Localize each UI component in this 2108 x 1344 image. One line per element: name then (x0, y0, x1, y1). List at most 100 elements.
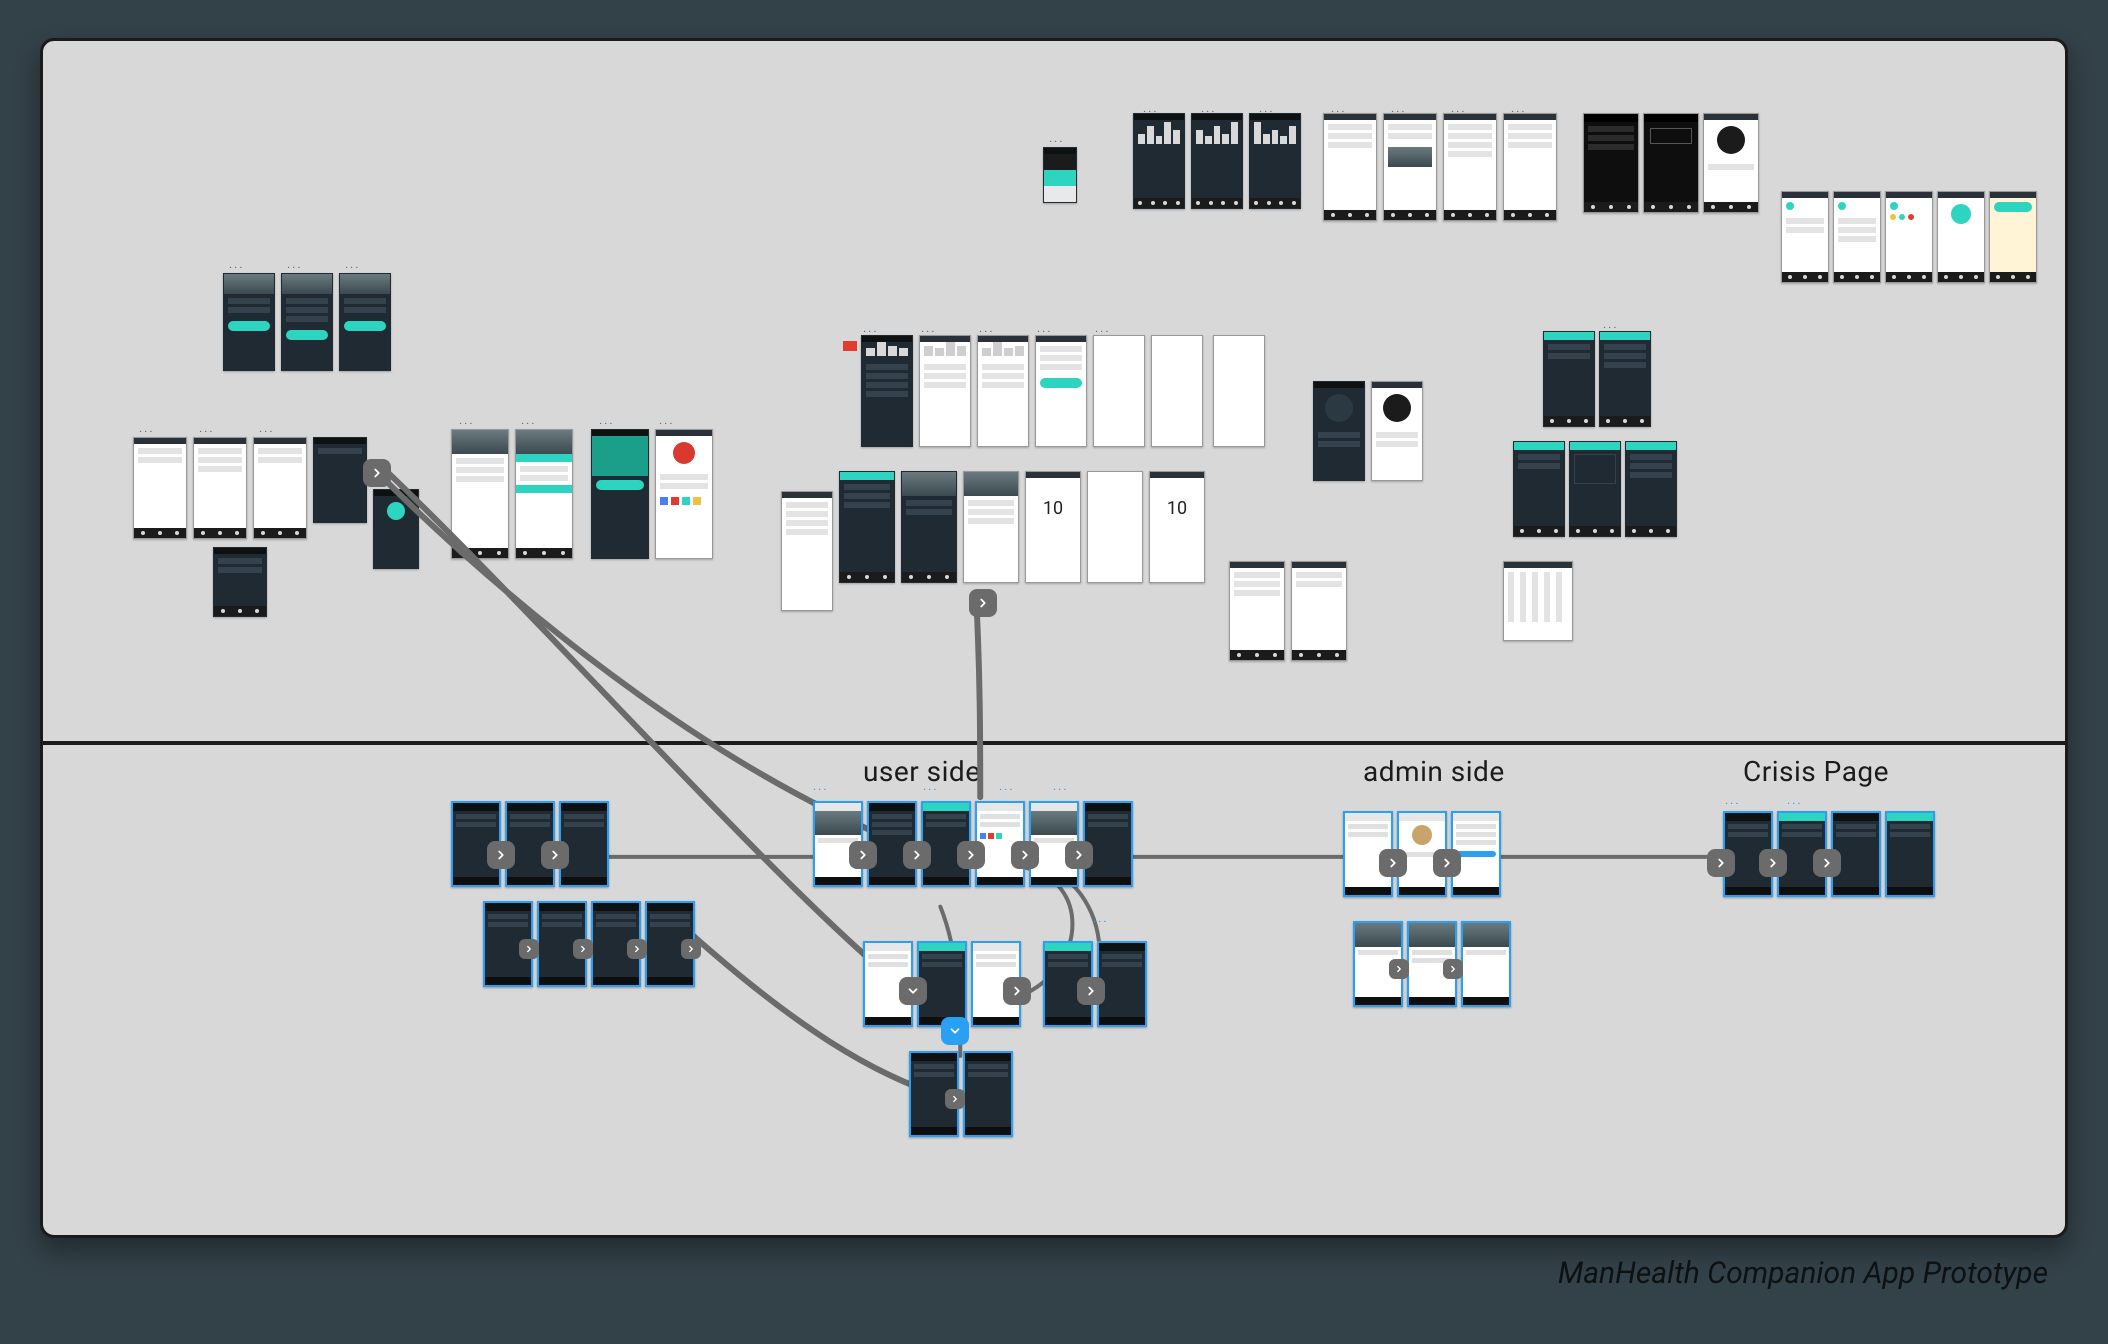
artboard-teal-dark[interactable] (591, 429, 649, 559)
artboard-light[interactable] (1703, 113, 1759, 213)
ellipsis-icon: ... (259, 421, 275, 435)
ellipsis-icon: ... (979, 321, 995, 335)
flow-node-icon[interactable] (945, 1089, 965, 1109)
section-label-crisis: Crisis Page (1743, 755, 1889, 788)
artboard-stats-dark[interactable] (1191, 113, 1243, 209)
artboard-feed[interactable] (963, 471, 1019, 583)
artboard-mint-dark[interactable] (1543, 331, 1595, 427)
artboard-light[interactable] (1383, 113, 1437, 221)
artboard-mint-dark[interactable] (1569, 441, 1621, 537)
flow-node-icon[interactable] (941, 1017, 969, 1045)
artboard-black[interactable] (1643, 113, 1699, 213)
artboard-mint-dark[interactable] (1599, 331, 1651, 427)
artboard-article[interactable] (515, 429, 573, 559)
artboard-black[interactable] (1583, 113, 1639, 213)
flow-node-icon[interactable] (1011, 841, 1039, 869)
ellipsis-icon: ... (199, 421, 215, 435)
counter-value: 10 (1026, 478, 1080, 519)
flow-node-icon[interactable] (487, 841, 515, 869)
artboard-mint-dark[interactable] (1625, 441, 1677, 537)
artboard-feed[interactable] (1035, 335, 1087, 447)
flow-node-icon[interactable] (1707, 849, 1735, 877)
artboard-map[interactable] (1503, 561, 1573, 641)
flow-connectors (43, 41, 2065, 1235)
flow-node-icon[interactable] (573, 939, 593, 959)
ellipsis-icon: ... (999, 779, 1015, 793)
artboard-chat[interactable] (1885, 191, 1933, 283)
flow-node-icon[interactable] (899, 977, 927, 1005)
artboard-profile[interactable] (1371, 381, 1423, 481)
artboard-form-dark[interactable] (223, 273, 275, 371)
flow-node-icon[interactable] (1759, 849, 1787, 877)
flow-node-icon[interactable] (681, 939, 701, 959)
ellipsis-icon: ... (459, 413, 475, 427)
flow-node-icon[interactable] (1065, 841, 1093, 869)
flow-frame-admin[interactable] (1461, 921, 1511, 1007)
flow-node-icon[interactable] (1003, 977, 1031, 1005)
ellipsis-icon: ... (1053, 779, 1069, 793)
artboard-blank[interactable] (1087, 471, 1143, 583)
artboard-counter[interactable]: 10 (1025, 471, 1081, 583)
flow-node-icon[interactable] (627, 939, 647, 959)
ellipsis-icon: ... (521, 413, 537, 427)
artboard-light[interactable] (1323, 113, 1377, 221)
flag-icon (843, 341, 857, 351)
ellipsis-icon: ... (1603, 317, 1619, 331)
flow-node-icon[interactable] (957, 841, 985, 869)
artboard-admin[interactable] (1291, 561, 1347, 661)
flow-node-icon[interactable] (849, 841, 877, 869)
artboard-blank[interactable] (1093, 335, 1145, 447)
artboard-dark[interactable] (313, 437, 367, 523)
artboard-light[interactable] (193, 437, 247, 539)
artboard-form-dark[interactable] (281, 273, 333, 371)
artboard-chat[interactable] (1781, 191, 1829, 283)
flow-node-icon[interactable] (1433, 849, 1461, 877)
artboard-form-dark[interactable] (339, 273, 391, 371)
artboard-light[interactable] (133, 437, 187, 539)
artboard-dark[interactable] (213, 547, 267, 617)
design-canvas[interactable]: ... ... ... ... ... ... ... ... (40, 38, 2068, 1238)
artboard-chat[interactable] (1833, 191, 1881, 283)
artboard-light[interactable] (253, 437, 307, 539)
artboard-chat[interactable] (1937, 191, 1985, 283)
flow-node-icon[interactable] (541, 841, 569, 869)
artboard-stats-dark[interactable] (1249, 113, 1301, 209)
ellipsis-icon: ... (659, 413, 675, 427)
ellipsis-icon: ... (139, 421, 155, 435)
flow-node-icon[interactable] (1379, 849, 1407, 877)
artboard-feed-dark[interactable] (861, 335, 913, 447)
flow-frame[interactable] (963, 1051, 1013, 1137)
artboard-light[interactable] (1443, 113, 1497, 221)
flow-node-icon[interactable] (1389, 959, 1409, 979)
artboard-admin[interactable] (1229, 561, 1285, 661)
ellipsis-icon: ... (599, 413, 615, 427)
artboard-profile-dark[interactable] (1313, 381, 1365, 481)
artboard-blank[interactable] (1151, 335, 1203, 447)
artboard-palette[interactable] (1043, 147, 1077, 203)
ellipsis-icon: ... (1725, 793, 1741, 807)
artboard-article[interactable] (451, 429, 509, 559)
artboard-feed[interactable] (919, 335, 971, 447)
artboard-stats-dark[interactable] (1133, 113, 1185, 209)
ellipsis-icon: ... (921, 321, 937, 335)
flow-node-icon[interactable] (1813, 849, 1841, 877)
flow-node-icon[interactable] (1077, 977, 1105, 1005)
artboard-chat[interactable] (1989, 191, 2037, 283)
flow-node-icon[interactable] (1443, 959, 1463, 979)
artboard-feed-dark[interactable] (901, 471, 957, 583)
artboard-blank[interactable] (1213, 335, 1265, 447)
artboard-light[interactable] (1503, 113, 1557, 221)
artboard-feed[interactable] (781, 491, 833, 611)
artboard-dark[interactable] (373, 489, 419, 569)
flow-node-icon[interactable] (903, 841, 931, 869)
flow-node-icon[interactable] (969, 589, 997, 617)
counter-value: 10 (1150, 478, 1204, 519)
flow-frame-crisis[interactable] (1885, 811, 1935, 897)
artboard-mint-dark[interactable] (1513, 441, 1565, 537)
flow-node-icon[interactable] (363, 459, 391, 487)
artboard-feed-dark[interactable] (839, 471, 895, 583)
artboard-alert[interactable] (655, 429, 713, 559)
flow-node-icon[interactable] (519, 939, 539, 959)
artboard-feed[interactable] (977, 335, 1029, 447)
artboard-counter[interactable]: 10 (1149, 471, 1205, 583)
